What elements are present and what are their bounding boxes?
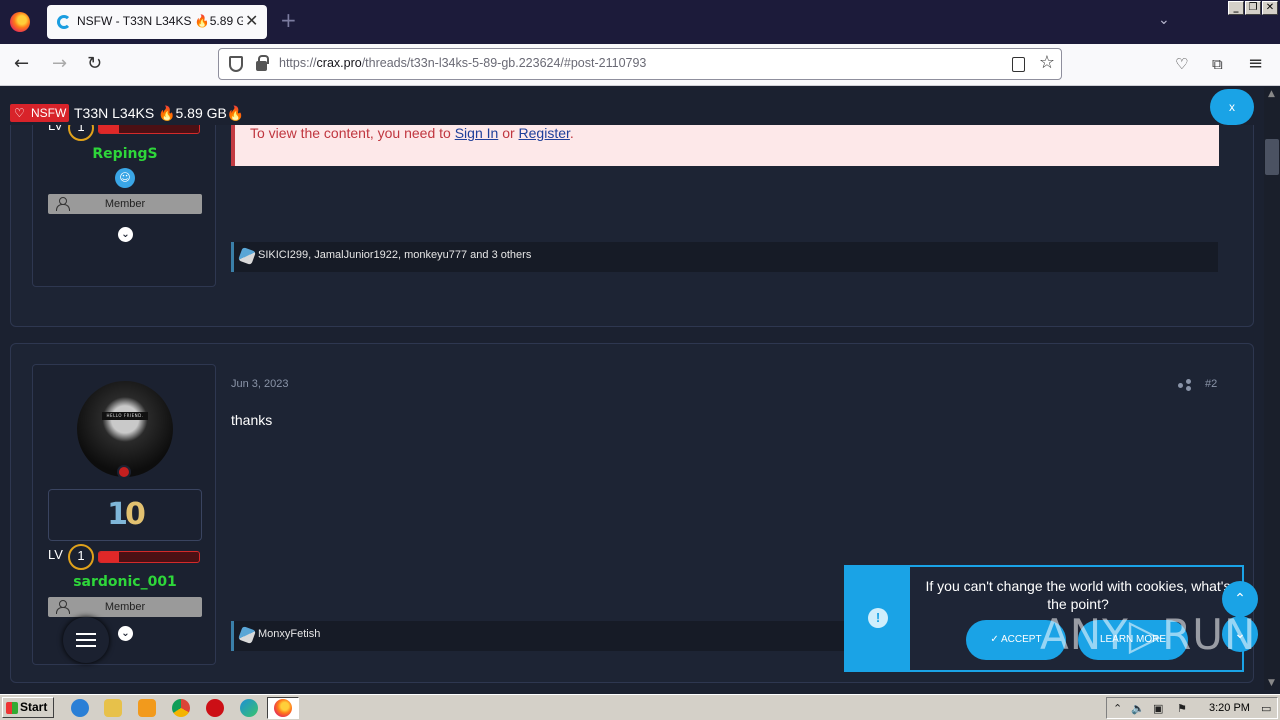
taskbar-firefox-button[interactable]	[267, 697, 299, 719]
internet-explorer-icon[interactable]	[71, 699, 89, 717]
user-icon	[56, 600, 70, 614]
scroll-up-icon[interactable]: ▲	[1268, 89, 1275, 99]
site-favicon-icon	[57, 15, 71, 29]
tab-title: NSFW - T33N L34KS 🔥5.89 GB🔥 |	[77, 14, 243, 28]
restore-window-icon[interactable]: ❐	[1245, 1, 1261, 15]
tab-close-icon[interactable]: ✕	[245, 11, 258, 31]
info-icon: !	[868, 608, 888, 628]
thread-title: T33N L34KS 🔥5.89 GB🔥	[74, 105, 245, 121]
volume-icon[interactable]: 🔈	[1131, 702, 1145, 715]
browser-tab-bar: NSFW - T33N L34KS 🔥5.89 GB🔥 | ✕ + ⌄ _ ❐ …	[0, 0, 1280, 44]
username[interactable]: RepingS	[33, 146, 217, 162]
cookie-message: If you can't change the world with cooki…	[925, 578, 1231, 612]
back-icon[interactable]: ←	[14, 54, 29, 74]
firefox-icon	[274, 699, 292, 717]
network-icon[interactable]: ▣	[1153, 702, 1163, 715]
browser-nav-bar: ← → ↻ https://crax.pro/threads/t33n-l34k…	[0, 44, 1280, 86]
page-scrollbar[interactable]: ▲ ▼	[1264, 87, 1280, 690]
windows-logo-icon	[6, 702, 18, 714]
url-text[interactable]: https://crax.pro/threads/t33n-l34ks-5-89…	[279, 56, 646, 70]
reaction-icon	[238, 247, 256, 265]
reaction-users[interactable]: SIKICI299, JamalJunior1922, monkeyu777 a…	[258, 249, 531, 261]
close-header-button[interactable]: x	[1210, 89, 1254, 125]
post-date[interactable]: Jun 3, 2023	[231, 378, 289, 390]
user-card: HELLO FRIEND. 10 LV 1 sardonic_001 Membe…	[32, 364, 216, 665]
system-tray: ⌃ 🔈 ▣ ⚑ 3:20 PM ▭	[1106, 697, 1278, 719]
action-center-flag-icon[interactable]: ⚑	[1177, 702, 1187, 715]
register-link[interactable]: Register	[519, 125, 570, 141]
post-number[interactable]: #2	[1205, 378, 1217, 390]
locked-content-text: To view the content, you need to Sign In…	[250, 125, 574, 141]
edge-icon[interactable]	[240, 699, 258, 717]
level-label: LV	[48, 547, 63, 562]
cookie-banner-icon-panel: !	[846, 567, 910, 670]
bookmark-star-icon[interactable]: ☆	[1039, 52, 1055, 73]
firefox-logo-icon[interactable]	[10, 12, 30, 32]
anyrun-watermark: ANY▷RUN	[1040, 610, 1257, 659]
new-tab-icon[interactable]: +	[280, 10, 297, 30]
expand-user-info-icon[interactable]: ⌄	[118, 626, 133, 641]
level-10-badge-icon: 10	[48, 489, 202, 541]
show-desktop-icon[interactable]: ▭	[1261, 702, 1271, 715]
reactions-bar[interactable]: SIKICI299, JamalJunior1922, monkeyu777 a…	[231, 242, 1218, 272]
post-body: thanks	[231, 412, 273, 428]
tracking-protection-shield-icon[interactable]	[229, 56, 243, 72]
user-role-badge: Member	[48, 597, 202, 617]
avatar-caption: HELLO FRIEND.	[102, 412, 148, 420]
extensions-icon[interactable]: ⧉	[1212, 54, 1223, 74]
user-award-icon: ☺	[115, 168, 135, 188]
status-indicator-icon	[117, 465, 131, 479]
heart-icon: ♡	[14, 106, 25, 120]
forward-icon[interactable]: →	[52, 54, 67, 74]
file-explorer-icon[interactable]	[104, 699, 122, 717]
tray-expand-icon[interactable]: ⌃	[1113, 702, 1122, 715]
lock-icon[interactable]	[256, 55, 269, 71]
pocket-icon[interactable]: ♡	[1175, 54, 1188, 74]
media-player-icon[interactable]	[138, 699, 156, 717]
expand-user-info-icon[interactable]: ⌄	[118, 227, 133, 242]
system-clock[interactable]: 3:20 PM	[1209, 702, 1250, 714]
reaction-icon	[238, 626, 256, 644]
minimize-window-icon[interactable]: _	[1228, 1, 1244, 15]
reload-icon[interactable]: ↻	[87, 54, 102, 74]
username[interactable]: sardonic_001	[33, 574, 217, 590]
level-row: LV 1	[48, 544, 208, 570]
start-button[interactable]: Start	[2, 697, 54, 718]
scrollbar-thumb[interactable]	[1265, 139, 1279, 175]
menu-hamburger-icon[interactable]: ≡	[1248, 54, 1263, 74]
reader-view-icon[interactable]	[1012, 57, 1025, 72]
opera-icon[interactable]	[206, 699, 224, 717]
reaction-users[interactable]: MonxyFetish	[258, 628, 320, 640]
nsfw-prefix-badge: ♡ NSFW	[10, 104, 70, 122]
url-bar[interactable]: https://crax.pro/threads/t33n-l34ks-5-89…	[218, 48, 1062, 80]
floating-menu-button[interactable]	[63, 617, 109, 663]
list-all-tabs-icon[interactable]: ⌄	[1158, 12, 1170, 28]
scroll-down-icon[interactable]: ▼	[1268, 678, 1275, 688]
user-icon	[56, 197, 70, 211]
browser-tab[interactable]: NSFW - T33N L34KS 🔥5.89 GB🔥 | ✕	[47, 5, 267, 39]
share-icon[interactable]	[1178, 379, 1192, 391]
sign-in-link[interactable]: Sign In	[455, 125, 499, 141]
level-progress-bar	[98, 551, 200, 563]
close-window-icon[interactable]: ✕	[1262, 1, 1278, 15]
thread-header-bar: ♡ NSFW T33N L34KS 🔥5.89 GB🔥	[0, 87, 1264, 125]
level-number: 1	[68, 544, 94, 570]
chrome-icon[interactable]	[172, 699, 190, 717]
avatar[interactable]: HELLO FRIEND.	[77, 381, 173, 477]
windows-taskbar: Start ⌃ 🔈 ▣ ⚑ 3:20 PM ▭	[0, 694, 1280, 720]
user-role-badge: Member	[48, 194, 202, 214]
